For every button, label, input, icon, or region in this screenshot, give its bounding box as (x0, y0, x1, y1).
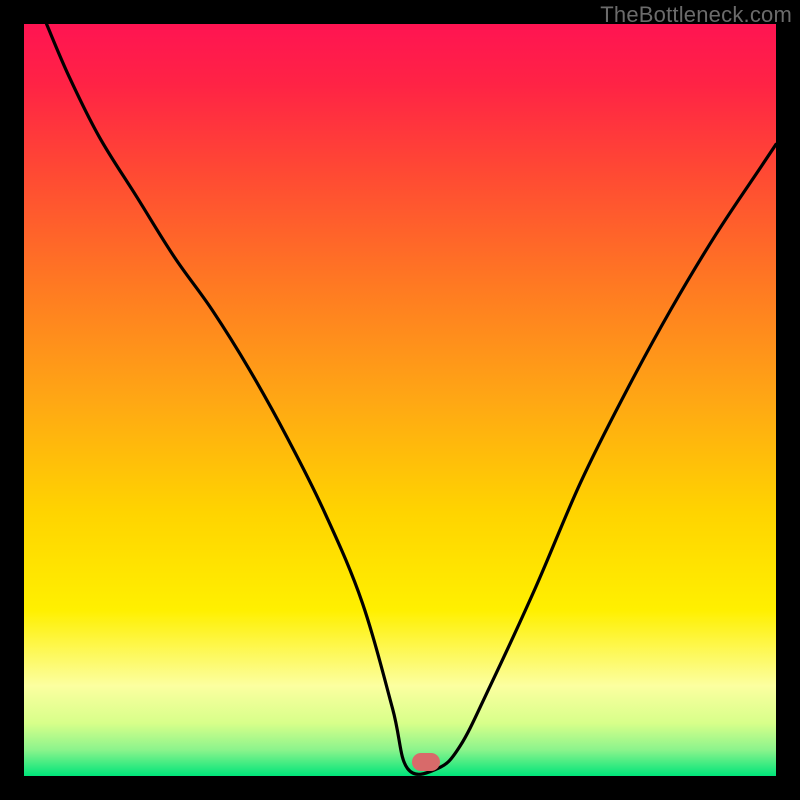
plot-area (24, 24, 776, 776)
watermark-text: TheBottleneck.com (600, 2, 792, 28)
stage: TheBottleneck.com (0, 0, 800, 800)
minimum-marker (412, 753, 440, 771)
bottleneck-curve (24, 24, 776, 776)
